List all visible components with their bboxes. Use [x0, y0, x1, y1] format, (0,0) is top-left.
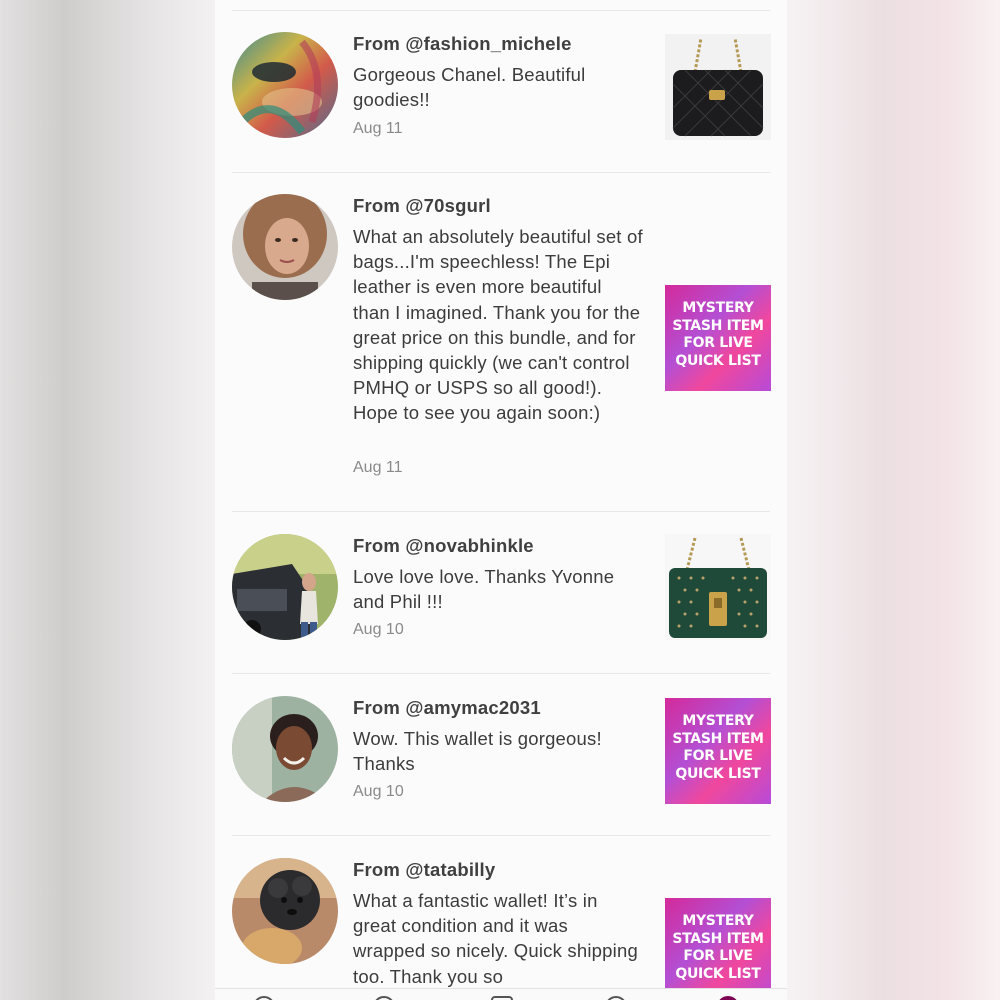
- green-studded-bag-image: [665, 534, 771, 640]
- review-author[interactable]: From @fashion_michele: [353, 33, 572, 55]
- mystery-label-line: STASH ITEM: [672, 317, 764, 334]
- listing-thumbnail[interactable]: MYSTERY STASH ITEM FOR LIVE QUICK LIST: [665, 898, 771, 988]
- avatar-image: [232, 534, 338, 640]
- mystery-label-line: FOR LIVE: [683, 335, 753, 351]
- bottom-tab-bar: [215, 988, 787, 1000]
- review-text: Love love love. Thanks Yvonne and Phil !…: [353, 566, 615, 613]
- mystery-label-line: FOR LIVE: [683, 948, 753, 964]
- review-author[interactable]: From @amymac2031: [353, 697, 541, 719]
- search-tab-icon[interactable]: [373, 996, 395, 1000]
- divider: [232, 172, 770, 173]
- home-tab-icon[interactable]: [253, 996, 275, 1000]
- divider: [232, 511, 770, 512]
- mystery-stash-image: MYSTERY STASH ITEM FOR LIVE QUICK LIST: [665, 698, 771, 804]
- mystery-label-line: QUICK LIST: [675, 765, 761, 782]
- review-date: Aug 10: [353, 783, 404, 800]
- review-text: What a fantastic wallet! It’s in great c…: [353, 890, 638, 987]
- review-author[interactable]: From @tatabilly: [353, 859, 495, 881]
- avatar[interactable]: [232, 696, 338, 802]
- mystery-label-line: FOR LIVE: [683, 748, 753, 764]
- listing-thumbnail[interactable]: MYSTERY STASH ITEM FOR LIVE QUICK LIST: [665, 285, 771, 391]
- news-tab-icon[interactable]: [605, 996, 627, 1000]
- review-date: Aug 11: [353, 120, 403, 137]
- review-text: What an absolutely beautiful set of bags…: [353, 226, 643, 424]
- divider: [232, 10, 770, 11]
- mystery-stash-image: MYSTERY STASH ITEM FOR LIVE QUICK LIST: [665, 285, 771, 391]
- avatar[interactable]: [232, 858, 338, 964]
- avatar-image: [232, 194, 338, 300]
- background-left: [0, 0, 215, 1000]
- avatar-image: [232, 858, 338, 964]
- love-notes-screen: From @fashion_michele Gorgeous Chanel. B…: [215, 0, 787, 1000]
- review-date: Aug 10: [353, 621, 404, 638]
- mystery-label-line: MYSTERY: [682, 300, 754, 316]
- listing-thumbnail[interactable]: [665, 534, 771, 640]
- sell-tab-icon[interactable]: [491, 996, 513, 1000]
- black-quilted-bag-image: [665, 34, 771, 140]
- divider: [232, 673, 770, 674]
- review-author[interactable]: From @70sgurl: [353, 195, 491, 217]
- mystery-stash-image: MYSTERY STASH ITEM FOR LIVE QUICK LIST: [665, 898, 771, 988]
- mystery-label-line: QUICK LIST: [675, 965, 761, 982]
- avatar-image: [232, 696, 338, 802]
- background-right: [787, 0, 1000, 1000]
- avatar[interactable]: [232, 194, 338, 300]
- listing-thumbnail[interactable]: [665, 34, 771, 140]
- review-date: Aug 11: [353, 459, 403, 476]
- mystery-label-line: STASH ITEM: [672, 730, 764, 747]
- review-author[interactable]: From @novabhinkle: [353, 535, 534, 557]
- mystery-label-line: MYSTERY: [682, 713, 754, 729]
- mystery-label-line: QUICK LIST: [675, 352, 761, 369]
- review-text: Wow. This wallet is gorgeous! Thanks: [353, 728, 602, 775]
- avatar[interactable]: [232, 32, 338, 138]
- listing-thumbnail[interactable]: MYSTERY STASH ITEM FOR LIVE QUICK LIST: [665, 698, 771, 804]
- avatar-image: [232, 32, 338, 138]
- profile-tab-icon[interactable]: [717, 996, 739, 1000]
- review-text: Gorgeous Chanel. Beautiful goodies!!: [353, 64, 586, 111]
- divider: [232, 835, 770, 836]
- mystery-label-line: MYSTERY: [682, 913, 754, 929]
- avatar[interactable]: [232, 534, 338, 640]
- mystery-label-line: STASH ITEM: [672, 930, 764, 947]
